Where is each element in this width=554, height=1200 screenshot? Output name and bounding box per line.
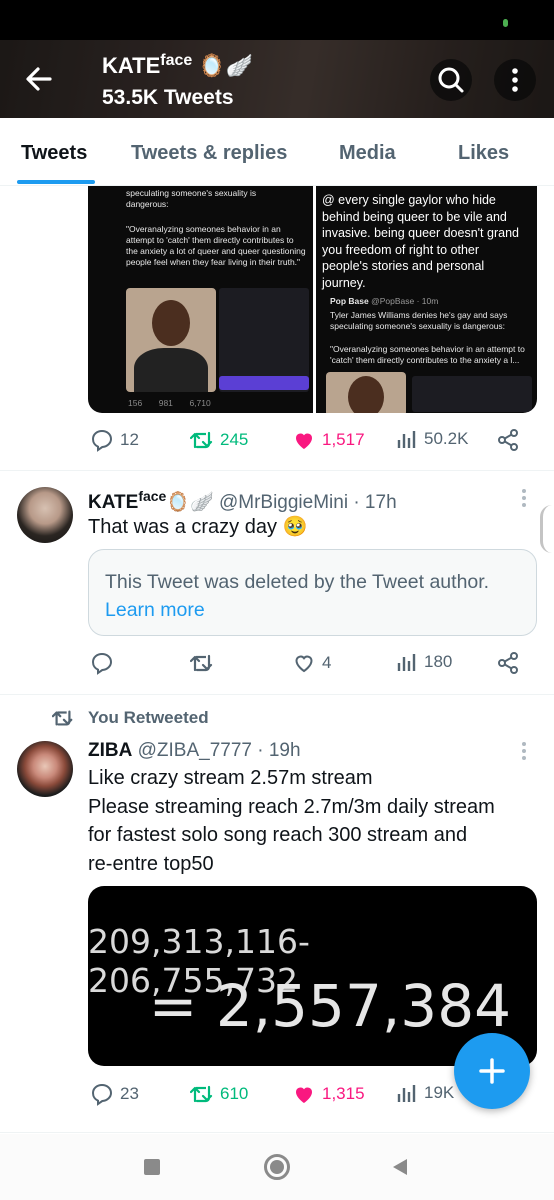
tweet-text: Like crazy stream 2.57m stream Please st… [88,767,495,875]
tweet-actions: 4 180 [88,651,528,679]
like-button[interactable]: 1,315 [292,1082,365,1106]
tweet-handle-time: @ZIBA_7777 · 19h [137,740,301,761]
active-tab-indicator [17,180,95,184]
deleted-quote-box: This Tweet was deleted by the Tweet auth… [88,549,537,636]
reply-icon [91,429,113,452]
retweet-button[interactable] [190,651,220,675]
media-stats: 156 981 6,710 [128,398,211,408]
tab-likes[interactable]: Likes [458,142,509,165]
retweet-icon [190,1085,213,1103]
share-button[interactable] [496,428,520,452]
reply-button[interactable] [90,651,120,675]
back-button[interactable] [20,62,60,96]
reply-button[interactable]: 23 [90,1082,139,1106]
avatar[interactable] [17,487,73,543]
tab-media[interactable]: Media [339,142,396,165]
like-icon [296,1087,312,1103]
home-button[interactable] [264,1154,290,1180]
tweet-more-icon[interactable] [522,489,528,510]
status-indicator-icon [503,19,508,27]
retweet-icon [52,710,73,726]
views-icon [397,1085,416,1102]
views-button[interactable]: 50.2K [396,428,468,450]
tweet-divider [0,470,554,471]
retweet-button[interactable]: 245 [190,428,248,452]
plus-icon [479,1058,505,1084]
photo-thumbnail [126,288,216,392]
tweet-actions: 12 245 1,517 50.2K [88,428,528,456]
learn-more-link[interactable]: Learn more [105,599,205,621]
tweet-divider [0,694,554,695]
tweet-more-icon[interactable] [522,742,528,763]
profile-name: KATEface 🪞🪽 [102,52,254,78]
tweet-count: 53.5K Tweets [102,86,234,109]
like-icon [296,433,312,449]
profile-tabs: Tweets Tweets & replies Media Likes [0,118,554,186]
media-text-line2: = 2,557,384 [148,972,511,1040]
retweet-icon [190,431,213,449]
views-button[interactable]: 19K [396,1082,454,1104]
share-button[interactable] [496,651,520,675]
views-button[interactable]: 180 [396,651,452,673]
share-icon [498,652,518,674]
avatar[interactable] [17,741,73,797]
more-vertical-icon [512,68,518,92]
tweet-header: ZIBA @ZIBA_7777 · 19h [88,740,301,761]
tweet-media-image-left[interactable]: speculating someone's sexuality is dange… [88,186,313,413]
reply-icon [91,652,113,675]
reply-icon [91,1083,113,1106]
search-icon [438,67,464,93]
views-icon [397,431,416,448]
tweet-media-image-right[interactable]: @ every single gaylor who hide behind be… [316,186,537,413]
name-emojis: 🪞🪽 [198,53,254,78]
like-button[interactable]: 1,517 [292,428,365,452]
back-triangle-icon[interactable] [390,1157,410,1177]
retweet-button[interactable]: 610 [190,1082,248,1106]
tweet-divider [0,1132,554,1133]
profile-header: KATEface 🪞🪽 53.5K Tweets [0,40,554,118]
retweet-icon [190,654,213,672]
reply-button[interactable]: 12 [90,428,139,452]
back-arrow-icon [26,67,52,91]
tab-tweets-replies[interactable]: Tweets & replies [131,142,287,165]
views-icon [397,654,416,671]
more-options-button[interactable] [494,59,536,101]
tweet-handle-time: @MrBiggieMini · 17h [218,492,397,513]
tab-tweets[interactable]: Tweets [21,142,87,165]
photo-thumbnail [326,372,406,413]
tweet-header: KATEface🪞🪽 @MrBiggieMini · 17h [88,488,397,513]
scroll-handle[interactable] [540,505,552,553]
system-navigation-bar [0,1134,554,1200]
like-button[interactable]: 4 [292,651,331,675]
search-button[interactable] [430,59,472,101]
share-icon [498,429,518,451]
compose-tweet-button[interactable] [454,1033,530,1109]
like-icon [295,655,313,673]
status-bar [0,0,554,40]
tweet-text: That was a crazy day 🥹 [88,516,308,538]
recent-apps-button[interactable] [144,1159,160,1175]
retweet-context: You Retweeted [52,707,209,729]
